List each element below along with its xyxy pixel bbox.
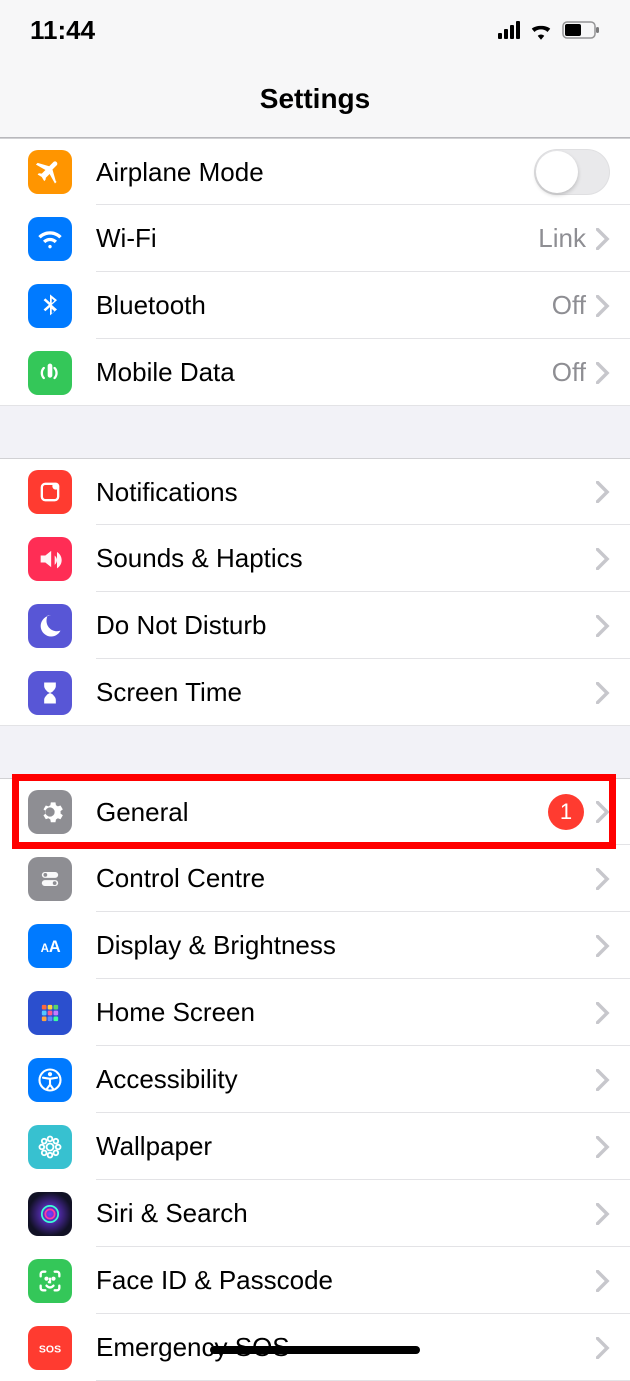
row-home-screen[interactable]: Home Screen <box>0 979 630 1046</box>
chevron-right-icon <box>596 682 610 704</box>
row-bluetooth[interactable]: Bluetooth Off <box>0 272 630 339</box>
row-dnd[interactable]: Do Not Disturb <box>0 592 630 659</box>
row-label: Siri & Search <box>96 1198 596 1229</box>
battery-icon <box>562 21 600 39</box>
home-screen-icon <box>28 991 72 1035</box>
row-wallpaper[interactable]: Wallpaper <box>0 1113 630 1180</box>
chevron-right-icon <box>596 935 610 957</box>
row-detail: Off <box>552 357 586 388</box>
row-label: Notifications <box>96 477 596 508</box>
accessibility-icon <box>28 1058 72 1102</box>
notifications-icon <box>28 470 72 514</box>
row-label: Accessibility <box>96 1064 596 1095</box>
row-general[interactable]: General 1 <box>0 778 630 845</box>
row-label: Airplane Mode <box>96 157 534 188</box>
row-label: Control Centre <box>96 863 596 894</box>
chevron-right-icon <box>596 1270 610 1292</box>
row-label: Mobile Data <box>96 357 552 388</box>
row-label: General <box>96 797 548 828</box>
cellular-icon <box>498 21 520 39</box>
chevron-right-icon <box>596 481 610 503</box>
chevron-right-icon <box>596 1136 610 1158</box>
siri-icon <box>28 1192 72 1236</box>
status-bar: 11:44 <box>0 0 630 60</box>
notification-badge: 1 <box>548 794 584 830</box>
row-wifi[interactable]: Wi-Fi Link <box>0 205 630 272</box>
wifi-icon <box>28 217 72 261</box>
svg-text:A: A <box>49 937 61 955</box>
row-label: Home Screen <box>96 997 596 1028</box>
row-display-brightness[interactable]: AA Display & Brightness <box>0 912 630 979</box>
row-face-id[interactable]: Face ID & Passcode <box>0 1247 630 1314</box>
chevron-right-icon <box>596 868 610 890</box>
mobile-data-icon <box>28 351 72 395</box>
sos-icon: SOS <box>28 1326 72 1370</box>
chevron-right-icon <box>596 228 610 250</box>
section-connectivity: Airplane Mode Wi-Fi Link Bluetooth Off M… <box>0 138 630 406</box>
row-mobile-data[interactable]: Mobile Data Off <box>0 339 630 406</box>
chevron-right-icon <box>596 295 610 317</box>
row-notifications[interactable]: Notifications <box>0 458 630 525</box>
gear-icon <box>28 790 72 834</box>
airplane-icon <box>28 150 72 194</box>
chevron-right-icon <box>596 1337 610 1359</box>
page-title: Settings <box>260 83 370 115</box>
row-siri-search[interactable]: Siri & Search <box>0 1180 630 1247</box>
row-accessibility[interactable]: Accessibility <box>0 1046 630 1113</box>
row-label: Wi-Fi <box>96 223 538 254</box>
row-detail: Off <box>552 290 586 321</box>
wifi-status-icon <box>528 20 554 40</box>
row-label: Bluetooth <box>96 290 552 321</box>
row-label: Wallpaper <box>96 1131 596 1162</box>
sounds-icon <box>28 537 72 581</box>
svg-text:SOS: SOS <box>39 1343 61 1355</box>
airplane-toggle[interactable] <box>534 149 610 195</box>
chevron-right-icon <box>596 362 610 384</box>
row-label: Do Not Disturb <box>96 610 596 641</box>
row-airplane-mode[interactable]: Airplane Mode <box>0 138 630 205</box>
moon-icon <box>28 604 72 648</box>
bluetooth-icon <box>28 284 72 328</box>
face-id-icon <box>28 1259 72 1303</box>
status-time: 11:44 <box>30 15 95 46</box>
section-notifications: Notifications Sounds & Haptics Do Not Di… <box>0 458 630 726</box>
chevron-right-icon <box>596 615 610 637</box>
chevron-right-icon <box>596 1203 610 1225</box>
row-label: Screen Time <box>96 677 596 708</box>
row-sounds[interactable]: Sounds & Haptics <box>0 525 630 592</box>
page-header: Settings <box>0 60 630 138</box>
chevron-right-icon <box>596 1069 610 1091</box>
text-size-icon: AA <box>28 924 72 968</box>
row-label: Display & Brightness <box>96 930 596 961</box>
status-icons <box>498 20 600 40</box>
row-control-centre[interactable]: Control Centre <box>0 845 630 912</box>
hourglass-icon <box>28 671 72 715</box>
control-centre-icon <box>28 857 72 901</box>
row-screen-time[interactable]: Screen Time <box>0 659 630 726</box>
row-label: Face ID & Passcode <box>96 1265 596 1296</box>
chevron-right-icon <box>596 801 610 823</box>
section-device: General 1 Control Centre AA Display & Br… <box>0 778 630 1381</box>
row-detail: Link <box>538 223 586 254</box>
chevron-right-icon <box>596 548 610 570</box>
chevron-right-icon <box>596 1002 610 1024</box>
wallpaper-icon <box>28 1125 72 1169</box>
row-label: Sounds & Haptics <box>96 543 596 574</box>
home-indicator[interactable] <box>210 1346 420 1354</box>
